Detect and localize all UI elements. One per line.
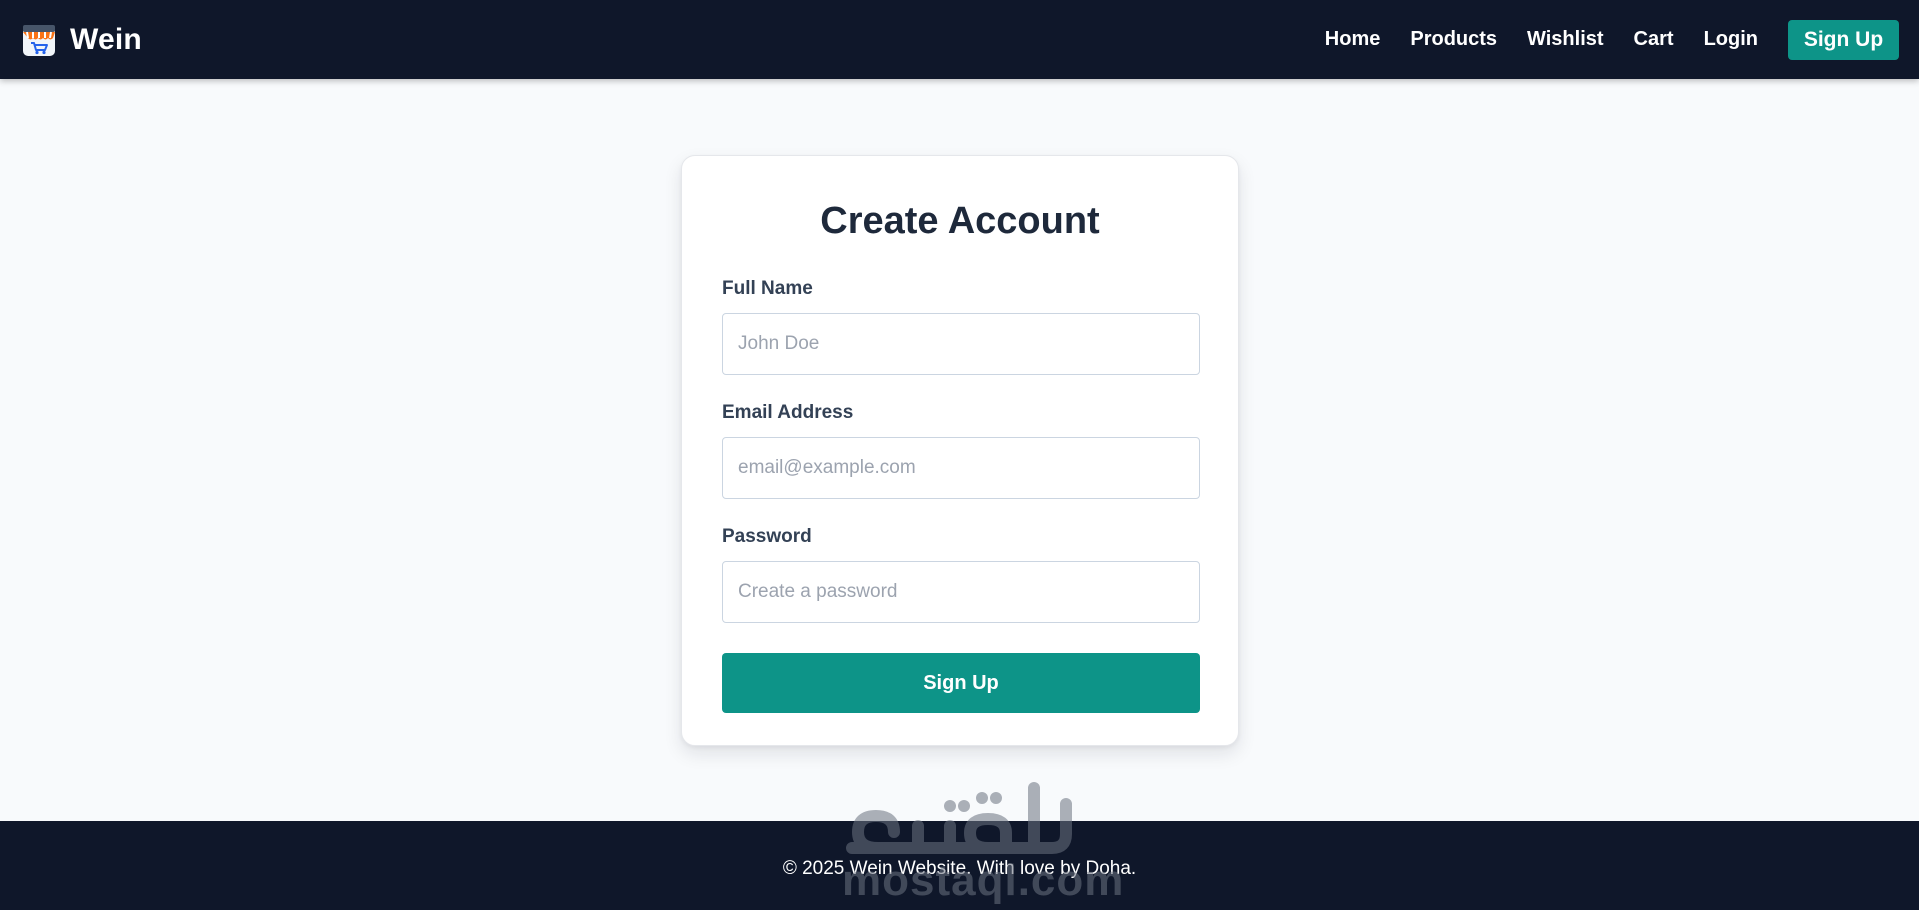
signup-submit-button[interactable]: Sign Up bbox=[722, 653, 1200, 713]
nav-link-login[interactable]: Login bbox=[1704, 28, 1758, 51]
nav-links: Home Products Wishlist Cart Login Sign U… bbox=[1295, 19, 1899, 60]
email-input[interactable] bbox=[722, 437, 1200, 499]
full-name-input[interactable] bbox=[722, 313, 1200, 375]
nav-link-cart[interactable]: Cart bbox=[1634, 28, 1674, 51]
full-name-label: Full Name bbox=[722, 278, 813, 299]
email-label: Email Address bbox=[722, 402, 854, 423]
nav-signup-button[interactable]: Sign Up bbox=[1788, 19, 1899, 60]
password-group: Password bbox=[722, 525, 1200, 623]
email-group: Email Address bbox=[722, 401, 1200, 499]
full-name-group: Full Name bbox=[722, 277, 1200, 375]
navbar: Wein Home Products Wishlist Cart Login S… bbox=[0, 0, 1919, 79]
brand-link[interactable]: Wein bbox=[20, 21, 142, 59]
nav-link-home[interactable]: Home bbox=[1325, 28, 1381, 51]
password-input[interactable] bbox=[722, 561, 1200, 623]
nav-link-wishlist[interactable]: Wishlist bbox=[1527, 28, 1604, 51]
shop-cart-icon bbox=[23, 24, 55, 56]
footer-copyright: © 2025 Wein Website. With love by Doha. bbox=[782, 857, 1137, 879]
signup-card: Create Account Full Name Email Address P… bbox=[681, 155, 1239, 746]
nav-link-products[interactable]: Products bbox=[1410, 28, 1497, 51]
form-title: Create Account bbox=[820, 200, 1100, 242]
brand-name: Wein bbox=[70, 22, 142, 56]
password-label: Password bbox=[722, 526, 812, 547]
footer: © 2025 Wein Website. With love by Doha. bbox=[0, 821, 1919, 910]
